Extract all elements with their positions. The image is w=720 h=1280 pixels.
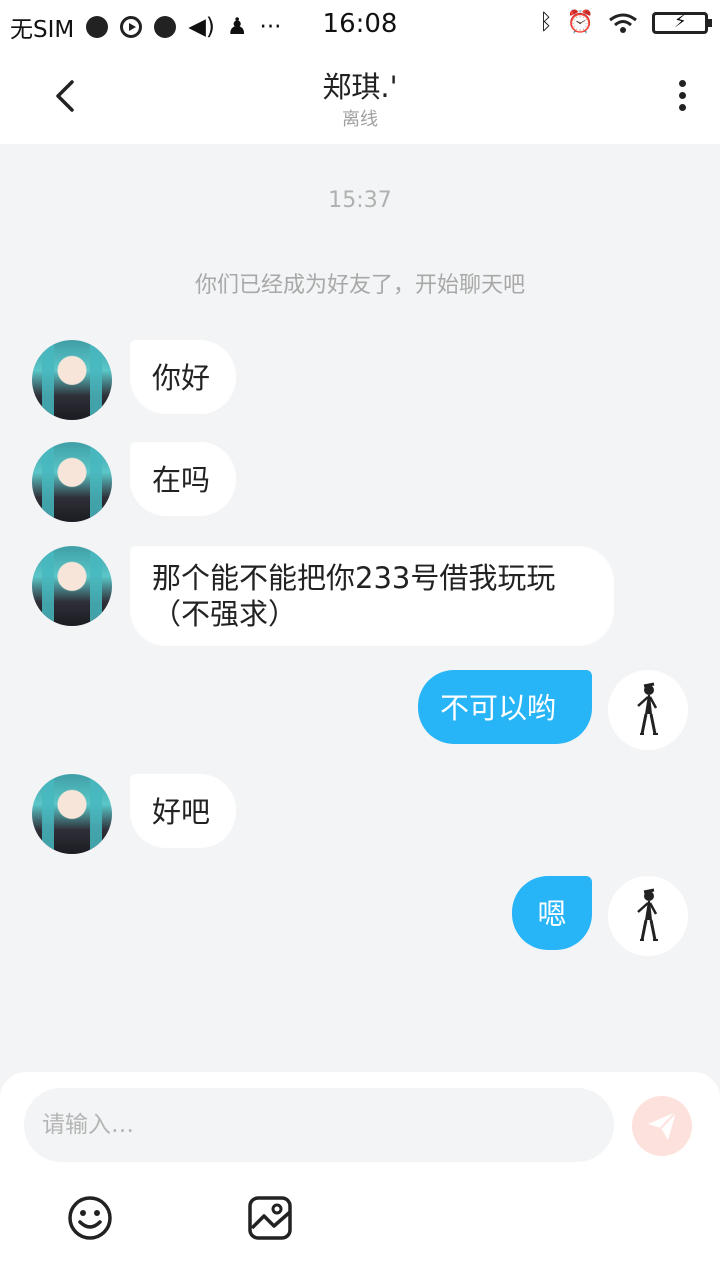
contact-name: 郑琪.' — [322, 70, 398, 104]
chat-area[interactable]: 15:37 你们已经成为好友了，开始聊天吧 你好 在吗 那个能不能把你233号借… — [0, 144, 720, 1074]
contact-avatar[interactable] — [32, 340, 112, 420]
status-bar: 无SIM ◀) ♟ ··· 16:08 ᛒ ⏰ ⚡ — [0, 0, 720, 50]
chat-header: 郑琪.' 离线 — [0, 50, 720, 144]
contact-avatar[interactable] — [32, 546, 112, 626]
my-avatar[interactable] — [608, 670, 688, 750]
message-timestamp: 15:37 — [328, 188, 392, 213]
message-bubble-received: 好吧 — [130, 774, 236, 848]
send-icon — [648, 1111, 677, 1140]
message-input[interactable] — [24, 1088, 614, 1162]
wifi-icon — [609, 13, 637, 33]
contact-status: 离线 — [342, 109, 378, 130]
send-button[interactable] — [632, 1096, 692, 1156]
bluetooth-icon: ᛒ — [539, 10, 553, 35]
message-bubble-received: 那个能不能把你233号借我玩玩 （不强求） — [130, 546, 614, 646]
emoji-icon[interactable] — [66, 1194, 114, 1242]
battery-icon: ⚡ — [652, 11, 712, 34]
contact-avatar[interactable] — [32, 774, 112, 854]
friend-notice: 你们已经成为好友了，开始聊天吧 — [194, 273, 525, 298]
more-options-icon[interactable] — [672, 76, 692, 116]
message-bubble-received: 你好 — [130, 340, 236, 414]
status-bar-right: ᛒ ⏰ ⚡ — [539, 10, 712, 35]
alarm-icon: ⏰ — [566, 10, 594, 35]
my-avatar[interactable] — [608, 876, 688, 956]
contact-avatar[interactable] — [32, 442, 112, 522]
image-icon[interactable] — [246, 1194, 294, 1242]
message-bubble-sent: 嗯 — [512, 876, 592, 950]
dancer-figure-icon — [637, 682, 658, 735]
dancer-figure-icon — [637, 888, 658, 941]
message-bubble-sent: 不可以哟 — [418, 670, 592, 744]
input-bar — [0, 1072, 720, 1280]
message-bubble-received: 在吗 — [130, 442, 236, 516]
